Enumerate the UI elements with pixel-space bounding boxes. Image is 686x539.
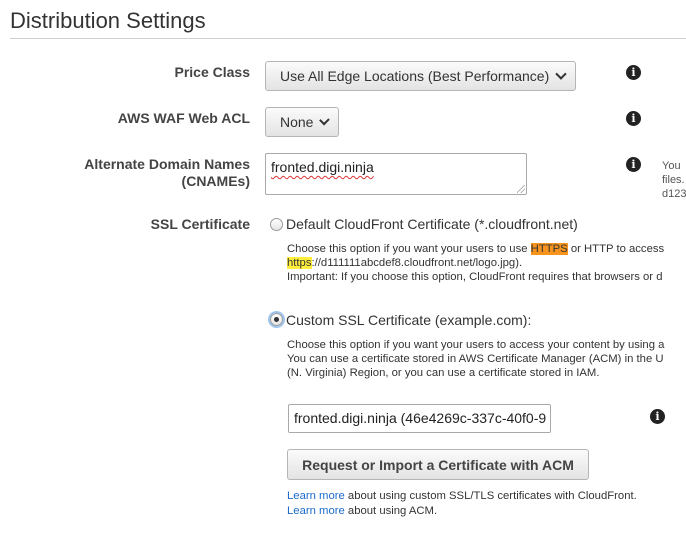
- learn-more-acm-link[interactable]: Learn more: [287, 505, 345, 517]
- waf-label: AWS WAF Web ACL: [117, 110, 250, 126]
- default-desc-2-post: ://d111111abcdef8.cloudfront.net/logo.jp…: [311, 257, 523, 269]
- price-class-label: Price Class: [174, 64, 251, 80]
- https-url-highlight: https: [287, 257, 312, 269]
- request-certificate-button[interactable]: Request or Import a Certificate with ACM: [287, 449, 589, 480]
- cnames-label-line1: Alternate Domain Names: [84, 156, 250, 172]
- learn-more-ssl: Learn more about using custom SSL/TLS ce…: [287, 489, 637, 504]
- price-class-selected: Use All Edge Locations (Best Performance…: [280, 68, 550, 84]
- ssl-label: SSL Certificate: [150, 216, 250, 232]
- learn-more-acm-text: about using ACM.: [344, 505, 438, 517]
- custom-cert-desc-2: You can use a certificate stored in AWS …: [287, 353, 664, 365]
- info-icon[interactable]: i: [626, 157, 641, 172]
- custom-cert-label[interactable]: Custom SSL Certificate (example.com):: [286, 312, 531, 328]
- resize-grip-icon[interactable]: [517, 185, 525, 193]
- info-icon[interactable]: i: [650, 409, 665, 424]
- info-icon[interactable]: i: [626, 111, 641, 126]
- section-title: Distribution Settings: [10, 8, 206, 33]
- default-cert-radio[interactable]: [270, 218, 283, 231]
- default-desc-1-pre: Choose this option if you want your user…: [287, 243, 531, 255]
- chevron-down-icon: [555, 68, 567, 80]
- cnames-side-text-1: You: [662, 160, 681, 172]
- learn-more-acm: Learn more about using ACM.: [287, 504, 437, 519]
- learn-more-ssl-text: about using custom SSL/TLS certificates …: [344, 490, 637, 502]
- custom-cert-desc-3: (N. Virginia) Region, or you can use a c…: [287, 367, 600, 379]
- custom-cert-desc-1: Choose this option if you want your user…: [287, 339, 665, 351]
- default-desc-1-post: or HTTP to access: [567, 243, 665, 255]
- https-highlight: HTTPS: [530, 243, 568, 255]
- waf-select[interactable]: None: [265, 107, 339, 137]
- default-cert-label[interactable]: Default CloudFront Certificate (*.cloudf…: [286, 216, 578, 232]
- default-cert-desc-1: Choose this option if you want your user…: [287, 242, 664, 256]
- waf-selected: None: [280, 114, 314, 130]
- custom-cert-radio[interactable]: [270, 313, 283, 326]
- cnames-side-text-2: files.: [662, 174, 685, 186]
- certificate-input[interactable]: fronted.digi.ninja (46e4269c-337c-40f0-9: [288, 404, 551, 433]
- chevron-down-icon: [319, 114, 330, 126]
- cnames-textarea[interactable]: fronted.digi.ninja: [265, 153, 527, 195]
- default-cert-desc-3: Important: If you choose this option, Cl…: [287, 271, 663, 283]
- default-cert-desc-2: https://d111111abcdef8.cloudfront.net/lo…: [287, 256, 522, 270]
- cnames-label-line2: (CNAMEs): [181, 173, 250, 189]
- cnames-value: fronted.digi.ninja: [271, 159, 374, 175]
- info-icon[interactable]: i: [626, 65, 641, 80]
- learn-more-ssl-link[interactable]: Learn more: [287, 490, 345, 502]
- section-divider: [10, 38, 686, 39]
- cnames-side-text-3: d123: [662, 188, 686, 200]
- price-class-select[interactable]: Use All Edge Locations (Best Performance…: [265, 61, 576, 91]
